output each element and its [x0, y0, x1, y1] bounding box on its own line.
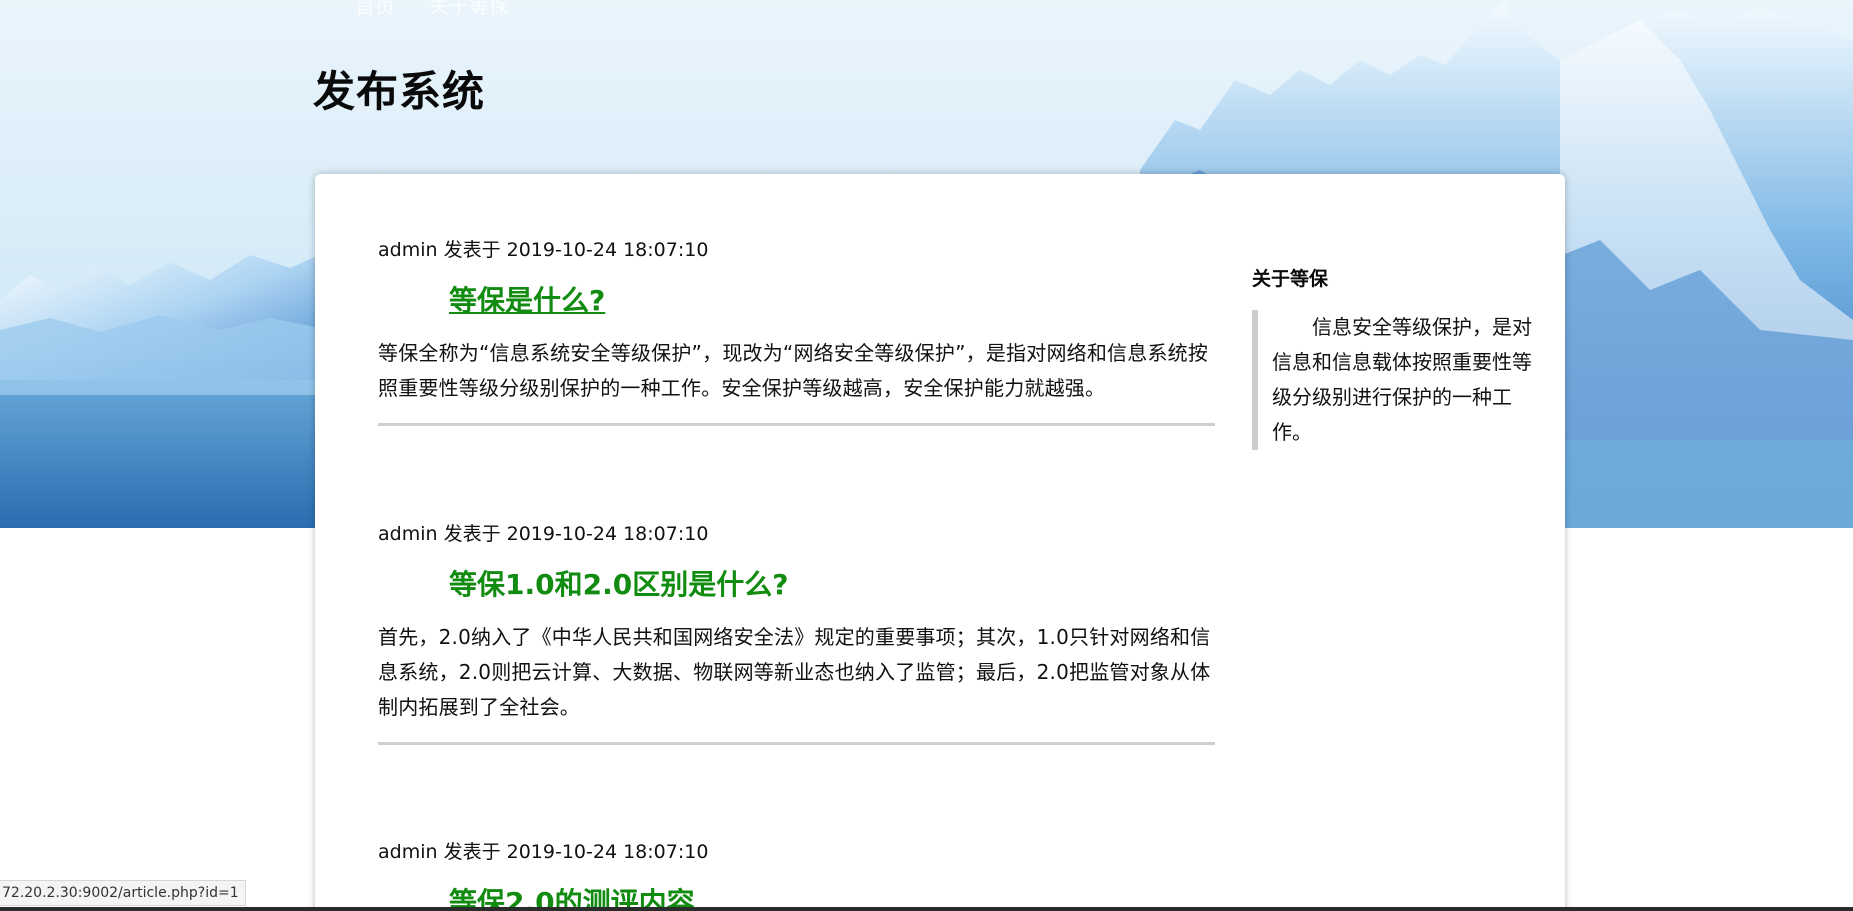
post-title: 等保是什么? — [378, 284, 1215, 318]
top-navigation: 首页 关于等保 — [355, 0, 509, 19]
page: 首页 关于等保 发布系统 admin 发表于 2019-10-24 18:07:… — [0, 0, 1853, 911]
post-title-link[interactable]: 等保是什么? — [449, 284, 605, 317]
post-meta: admin 发表于 2019-10-24 18:07:10 — [378, 841, 709, 863]
sidebar-quote: 信息安全等级保护，是对信息和信息载体按照重要性等级分级别进行保护的一种工作。 — [1252, 310, 1542, 450]
status-bar-url: 72.20.2.30:9002/article.php?id=1 — [0, 880, 246, 906]
taskbar-edge — [0, 907, 1853, 911]
post-item: admin 发表于 2019-10-24 18:07:10 等保是什么? 等保全… — [378, 238, 1215, 426]
post-item: admin 发表于 2019-10-24 18:07:10 等保2.0的测评内容 — [378, 840, 1215, 911]
post-excerpt: 首先，2.0纳入了《中华人民共和国网络安全法》规定的重要事项；其次，1.0只针对… — [378, 625, 1211, 719]
post-title: 等保1.0和2.0区别是什么? — [378, 568, 1215, 602]
site-title: 发布系统 — [313, 67, 486, 116]
content-card: admin 发表于 2019-10-24 18:07:10 等保是什么? 等保全… — [315, 174, 1565, 911]
post-divider — [378, 742, 1215, 745]
post-excerpt: 等保全称为“信息系统安全等级保护”，现改为“网络安全等级保护”，是指对网络和信息… — [378, 341, 1209, 400]
post-meta: admin 发表于 2019-10-24 18:07:10 — [378, 239, 709, 261]
sidebar: 关于等保 信息安全等级保护，是对信息和信息载体按照重要性等级分级别进行保护的一种… — [1252, 264, 1537, 450]
nav-link-about[interactable]: 关于等保 — [429, 0, 509, 19]
nav-link-home[interactable]: 首页 — [355, 0, 395, 19]
post-divider — [378, 423, 1215, 426]
post-meta: admin 发表于 2019-10-24 18:07:10 — [378, 523, 709, 545]
sidebar-title: 关于等保 — [1252, 268, 1329, 290]
post-title-link[interactable]: 等保1.0和2.0区别是什么? — [449, 568, 788, 601]
post-item: admin 发表于 2019-10-24 18:07:10 等保1.0和2.0区… — [378, 522, 1215, 745]
